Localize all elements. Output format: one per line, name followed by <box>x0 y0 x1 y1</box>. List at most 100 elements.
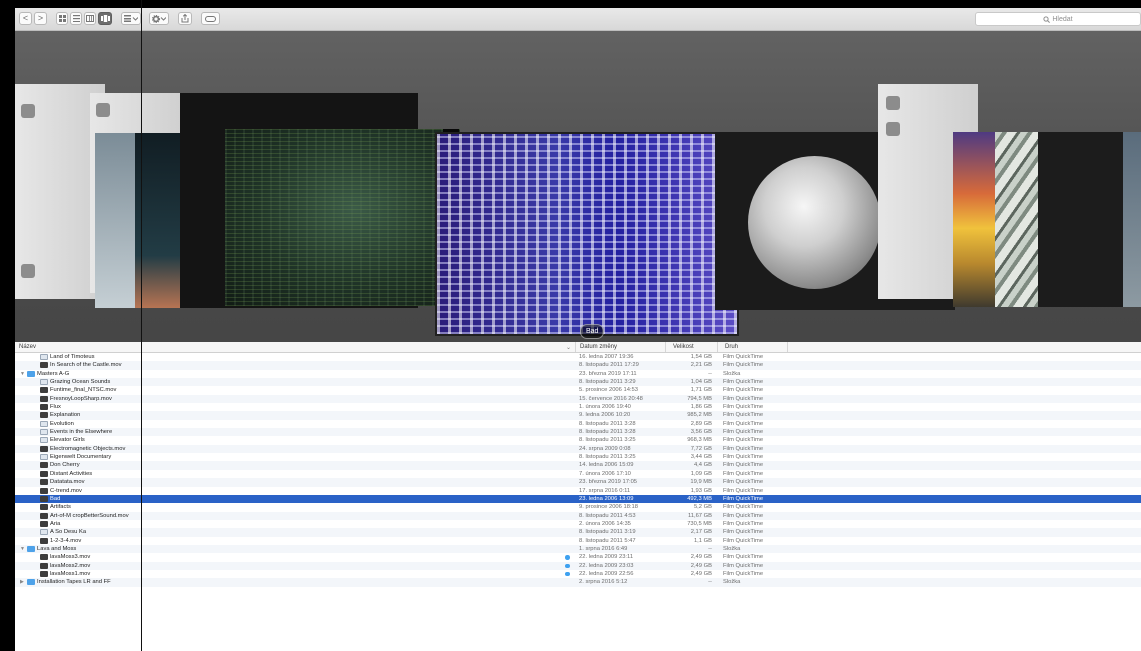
row-size: 4,4 GB <box>693 462 712 469</box>
file-row[interactable]: A So Desu Ka 8. listopadu 2011 3:19 2,17 G… <box>15 528 1141 537</box>
row-kind: Film QuickTime <box>723 437 764 444</box>
cover-bad-selected[interactable] <box>437 134 737 334</box>
file-row[interactable]: Funtime_final_NTSC.mov 5. prosince 2006 1… <box>15 386 1141 394</box>
file-row[interactable]: Aria 2. února 2006 14:35 730,5 MB Film Quic… <box>15 520 1141 528</box>
row-kind: Film QuickTime <box>723 504 764 511</box>
row-size: 492,3 MB <box>687 495 712 502</box>
cover-dark-right[interactable] <box>1038 132 1128 307</box>
movie-file-icon <box>40 412 48 419</box>
column-date[interactable]: Datum změny <box>580 344 617 350</box>
cover-sunset[interactable] <box>953 132 998 307</box>
search-field[interactable]: Hledat <box>975 12 1141 26</box>
row-size: 3,44 GB <box>690 454 712 461</box>
file-list[interactable]: Land of Timoteus 16. ledna 2007 19:36 1,54… <box>15 353 1141 651</box>
column-size[interactable]: Velikost <box>673 344 694 350</box>
file-row[interactable]: lavaMoss1.mov 22. ledna 2009 22:56 2,49 GB… <box>15 570 1141 578</box>
row-name: Bad <box>50 495 61 502</box>
row-name: Land of Timoteus <box>50 354 95 360</box>
file-row[interactable]: 1-2-3-4.mov 8. listopadu 2011 5:47 1,1 GB F… <box>15 537 1141 545</box>
row-name: Events in the Elsewhere <box>50 429 113 436</box>
action-button[interactable] <box>149 12 169 25</box>
column-name[interactable]: Název <box>19 344 36 350</box>
folder-icon <box>27 579 35 586</box>
row-size: 3,56 GB <box>690 429 712 436</box>
file-row[interactable]: Elevator Girls 8. listopadu 2011 3:25 968,… <box>15 436 1141 444</box>
row-kind: Složka <box>723 545 741 552</box>
file-row[interactable]: Land of Timoteus 16. ledna 2007 19:36 1,54… <box>15 353 1141 361</box>
file-row[interactable]: Flux 1. února 2006 19:40 1,86 GB Film Quick… <box>15 403 1141 411</box>
row-size: 1,04 GB <box>690 379 712 386</box>
tag-dot-icon <box>565 571 570 577</box>
view-icons-button[interactable] <box>56 12 68 25</box>
file-row[interactable]: Explanation 9. ledna 2006 10:20 985,2 MB Fi… <box>15 411 1141 420</box>
view-coverflow-button[interactable] <box>98 12 112 25</box>
row-date: 16. ledna 2007 19:36 <box>579 354 634 360</box>
file-row[interactable]: In Search of the Castle.mov 8. listopadu … <box>15 361 1141 370</box>
row-size: -- <box>708 370 712 377</box>
cover-far-right[interactable] <box>1123 132 1141 307</box>
tags-button[interactable] <box>201 12 220 25</box>
row-date: 9. prosince 2006 18:18 <box>579 504 638 511</box>
row-size: 1,86 GB <box>690 404 712 411</box>
row-size: 985,2 MB <box>687 412 712 419</box>
cover-shards[interactable] <box>995 132 1040 307</box>
movie-file-icon <box>40 504 48 511</box>
file-row[interactable]: Evolution 8. listopadu 2011 3:28 2,89 GB Fi… <box>15 420 1141 428</box>
movie-file-icon <box>40 445 48 452</box>
file-row[interactable]: Artifacts 9. prosince 2006 18:18 5,2 GB Fil… <box>15 503 1141 511</box>
file-row[interactable]: Bad 23. ledna 2006 13:09 492,3 MB Film Quic… <box>15 494 1141 504</box>
disclosure-expanded-icon[interactable]: ▼ <box>20 545 25 553</box>
forward-button[interactable]: > <box>34 12 47 25</box>
row-name: Funtime_final_NTSC.mov <box>50 387 117 394</box>
row-kind: Film QuickTime <box>723 354 764 360</box>
gear-icon <box>152 14 166 23</box>
row-name: Art-of-M cropBetterSound.mov <box>50 512 129 519</box>
file-row[interactable]: Electromagnetic Objects.mov 24. srpna 200… <box>15 444 1141 454</box>
row-name: Lava and Moss <box>37 545 77 552</box>
view-list-button[interactable] <box>70 12 82 25</box>
row-name: In Search of the Castle.mov <box>50 362 122 369</box>
movie-file-icon <box>40 462 48 469</box>
disclosure-expanded-icon[interactable]: ▼ <box>20 370 25 378</box>
row-size: 794,5 MB <box>687 395 712 402</box>
file-row[interactable]: Art-of-M cropBetterSound.mov 8. listopadu… <box>15 511 1141 520</box>
list-header: Název ⌄ Datum změny Velikost Druh <box>15 342 1141 353</box>
row-size: 7,72 GB <box>690 445 712 452</box>
share-button[interactable] <box>178 12 192 25</box>
cover-dark-ocean[interactable] <box>135 133 185 308</box>
row-kind: Film QuickTime <box>723 520 764 527</box>
file-row[interactable]: FresnoyLoopSharp.mov 15. července 2016 20… <box>15 394 1141 404</box>
file-row[interactable]: Don Cherry 14. ledna 2006 15:09 4,4 GB Film… <box>15 461 1141 470</box>
row-kind: Film QuickTime <box>723 404 764 411</box>
column-kind[interactable]: Druh <box>725 344 738 350</box>
row-name: Masters A-G <box>37 370 70 377</box>
folder-row[interactable]: ▶ Installation Tapes LR and FF 2. srpna 20… <box>15 578 1141 587</box>
row-size: 19,9 MB <box>690 479 712 486</box>
file-row[interactable]: lavaMoss3.mov 22. ledna 2009 23:11 2,49 GB… <box>15 553 1141 561</box>
file-row[interactable]: lavaMoss2.mov 22. ledna 2009 23:03 2,49 GB… <box>15 561 1141 570</box>
folder-row[interactable]: ▼ Masters A-G 23. března 2019 17:11 -- Složk… <box>15 370 1141 378</box>
file-row[interactable]: Grazing Ocean Sounds 8. listopadu 2011 3:… <box>15 378 1141 387</box>
view-columns-button[interactable] <box>84 12 96 25</box>
file-row[interactable]: Eigenwelt Documentary 8. listopadu 2011 3… <box>15 453 1141 461</box>
file-row[interactable]: Distant Activities 7. února 2006 17:10 1,0… <box>15 470 1141 478</box>
document-icon <box>40 454 48 461</box>
back-button[interactable]: < <box>19 12 32 25</box>
folder-row[interactable]: ▼ Lava and Moss 1. srpna 2016 6:49 -- Složka <box>15 544 1141 554</box>
row-size: -- <box>708 545 712 552</box>
row-size: 11,67 GB <box>687 512 712 519</box>
row-date: 22. ledna 2009 22:56 <box>579 570 634 577</box>
file-row[interactable]: Events in the Elsewhere 8. listopadu 2011… <box>15 428 1141 437</box>
row-date: 8. listopadu 2011 17:29 <box>579 362 639 369</box>
row-name: Don Cherry <box>50 462 80 469</box>
row-date: 5. prosince 2006 14:53 <box>579 387 638 394</box>
row-name: Evolution <box>50 420 74 427</box>
row-kind: Film QuickTime <box>723 487 764 494</box>
cover-static-noise[interactable] <box>225 129 460 306</box>
cover-flow[interactable]: Bad <box>15 31 1141 350</box>
file-row[interactable]: Datatata.mov 23. března 2019 17:05 19,9 MB… <box>15 478 1141 487</box>
disclosure-collapsed-icon[interactable]: ▶ <box>20 578 24 586</box>
row-date: 23. března 2019 17:11 <box>579 370 637 377</box>
file-row[interactable]: C-trend.mov 17. srpna 2016 0:11 1,93 GB Fil… <box>15 487 1141 495</box>
group-button[interactable] <box>121 12 141 25</box>
